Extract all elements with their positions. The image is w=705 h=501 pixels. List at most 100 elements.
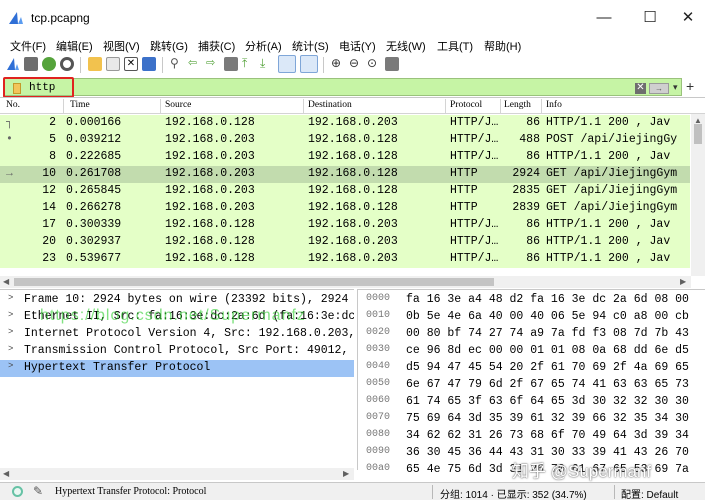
cell-src: 192.168.0.128 xyxy=(165,218,255,231)
expand-chevron-icon[interactable]: > xyxy=(8,344,13,354)
capture-status-icon[interactable] xyxy=(12,486,23,497)
filter-dropdown-icon[interactable]: ▾ xyxy=(673,82,678,93)
packet-row[interactable]: • 5 0.039212 192.168.0.203 192.168.0.128 HTTP… xyxy=(0,132,690,149)
cell-info: HTTP/1.1 200 , Jav xyxy=(546,252,671,265)
add-filter-button[interactable]: + xyxy=(686,78,694,94)
packet-row[interactable]: → 10 0.261708 192.168.0.203 192.168.0.128 HTT… xyxy=(0,166,690,183)
menu-wireless[interactable]: 无线(W) xyxy=(386,38,426,54)
cell-proto: HTTP/J… xyxy=(450,133,499,146)
tree-item-http[interactable]: > Hypertext Transfer Protocol xyxy=(0,360,354,377)
menu-view[interactable]: 视图(V) xyxy=(103,38,140,54)
menu-edit[interactable]: 编辑(E) xyxy=(56,38,93,54)
maximize-button[interactable]: ☐ xyxy=(636,8,664,28)
expand-chevron-icon[interactable]: > xyxy=(8,361,13,371)
byte-row[interactable]: 0000 fa 16 3e a4 48 d2 fa 16 3e dc 2a 6d … xyxy=(358,292,705,309)
stop-icon[interactable] xyxy=(24,57,38,71)
reload-icon[interactable] xyxy=(142,57,156,71)
zoom-in-icon[interactable]: ⊕ xyxy=(331,57,345,71)
byte-hex: 34 62 62 31 26 73 68 6f 70 49 64 3d 39 3… xyxy=(406,429,689,442)
open-file-icon[interactable] xyxy=(88,57,102,71)
forward-icon[interactable]: ⇨ xyxy=(206,57,220,71)
clear-filter-icon[interactable]: ✕ xyxy=(635,83,646,94)
byte-row[interactable]: 0080 34 62 62 31 26 73 68 6f 70 49 64 3d … xyxy=(358,428,705,445)
shark-start-icon[interactable] xyxy=(6,57,20,71)
menu-file[interactable]: 文件(F) xyxy=(10,38,46,54)
cell-info: HTTP/1.1 200 , Jav xyxy=(546,218,671,231)
expand-chevron-icon[interactable]: > xyxy=(8,293,13,303)
restart-icon[interactable] xyxy=(42,57,56,71)
column-info[interactable]: Info xyxy=(546,100,562,110)
cell-no: 23 xyxy=(42,252,56,265)
packet-list: No. Time Source Destination Protocol Len… xyxy=(0,97,705,276)
scroll-thumb[interactable] xyxy=(14,278,494,286)
packet-row[interactable]: 20 0.302937 192.168.0.128 192.168.0.203 HTTP… xyxy=(0,234,690,251)
byte-row[interactable]: 0070 75 69 64 3d 35 39 61 32 39 66 32 35 … xyxy=(358,411,705,428)
tree-item-ipv4[interactable]: > Internet Protocol Version 4, Src: 192.1… xyxy=(0,326,354,343)
packet-list-horizontal-scrollbar[interactable]: ◀ ▶ xyxy=(0,276,691,288)
minimize-button[interactable]: — xyxy=(590,8,618,28)
packet-list-vertical-scrollbar[interactable]: ▲ xyxy=(691,114,705,276)
cell-src: 192.168.0.128 xyxy=(165,252,255,265)
menu-help[interactable]: 帮助(H) xyxy=(484,38,521,54)
column-destination[interactable]: Destination xyxy=(308,100,352,110)
cell-no: 12 xyxy=(42,184,56,197)
byte-offset: 00a0 xyxy=(366,463,391,474)
byte-row[interactable]: 0050 6e 67 47 79 6d 2f 67 65 74 41 63 63 … xyxy=(358,377,705,394)
byte-offset: 0050 xyxy=(366,378,391,389)
packet-row[interactable]: ┐ 2 0.000166 192.168.0.128 192.168.0.203 HTTP… xyxy=(0,115,690,132)
cell-proto: HTTP xyxy=(450,184,478,197)
highlight-box xyxy=(3,77,74,98)
autoscroll-icon[interactable] xyxy=(278,55,296,73)
tree-item-tcp[interactable]: > Transmission Control Protocol, Src Port… xyxy=(0,343,354,360)
close-file-icon[interactable]: ✕ xyxy=(124,57,138,71)
cell-no: 17 xyxy=(42,218,56,231)
menu-analyze[interactable]: 分析(A) xyxy=(245,38,282,54)
byte-row[interactable]: 0020 00 80 bf 74 27 74 a9 7a fd f3 08 7d … xyxy=(358,326,705,343)
column-source[interactable]: Source xyxy=(165,100,191,110)
apply-filter-button[interactable]: → xyxy=(649,83,669,94)
save-icon[interactable] xyxy=(106,57,120,71)
last-icon[interactable]: ⤓ xyxy=(260,57,274,71)
menu-capture[interactable]: 捕获(C) xyxy=(198,38,235,54)
cell-no: 8 xyxy=(49,150,56,163)
menu-tools[interactable]: 工具(T) xyxy=(437,38,473,54)
menu-statistics[interactable]: 统计(S) xyxy=(292,38,329,54)
status-profile[interactable]: 配置: Default xyxy=(621,486,678,501)
packet-row[interactable]: 12 0.265845 192.168.0.203 192.168.0.128 HTTP… xyxy=(0,183,690,200)
zoom-reset-icon[interactable]: ⊙ xyxy=(367,57,381,71)
column-protocol[interactable]: Protocol xyxy=(450,100,482,110)
packet-row[interactable]: 17 0.300339 192.168.0.128 192.168.0.203 HTTP… xyxy=(0,217,690,234)
zoom-out-icon[interactable]: ⊖ xyxy=(349,57,363,71)
byte-row[interactable]: 0010 0b 5e 4e 6a 40 00 40 06 5e 94 c0 a8 … xyxy=(358,309,705,326)
expand-chevron-icon[interactable]: > xyxy=(8,310,13,320)
find-icon[interactable]: ⚲ xyxy=(170,57,184,71)
cell-time: 0.222685 xyxy=(66,150,122,163)
packet-row[interactable]: 8 0.222685 192.168.0.203 192.168.0.128 HTTP/… xyxy=(0,149,690,166)
packet-row[interactable]: 23 0.539677 192.168.0.128 192.168.0.203 HTTP… xyxy=(0,251,690,268)
goto-icon[interactable] xyxy=(224,57,238,71)
menu-telephony[interactable]: 电话(Y) xyxy=(339,38,376,54)
colorize-icon[interactable] xyxy=(300,55,318,73)
details-horizontal-scrollbar[interactable]: ◀ ▶ xyxy=(0,468,354,480)
expand-chevron-icon[interactable]: > xyxy=(8,327,13,337)
column-no[interactable]: No. xyxy=(6,100,20,110)
edit-comment-icon[interactable]: ✎ xyxy=(33,484,43,498)
first-icon[interactable]: ⤒ xyxy=(242,57,256,71)
display-filter-input[interactable]: http ✕ → ▾ xyxy=(4,78,682,96)
resize-columns-icon[interactable] xyxy=(385,57,399,71)
column-length[interactable]: Length xyxy=(504,100,531,110)
column-time[interactable]: Time xyxy=(70,100,90,110)
packet-list-header: No. Time Source Destination Protocol Len… xyxy=(0,98,705,114)
cell-time: 0.261708 xyxy=(66,167,122,180)
menu-go[interactable]: 跳转(G) xyxy=(150,38,188,54)
byte-row[interactable]: 0040 d5 94 47 45 54 20 2f 61 70 69 2f 4a … xyxy=(358,360,705,377)
packet-row[interactable]: 14 0.266278 192.168.0.203 192.168.0.128 HTTP… xyxy=(0,200,690,217)
close-button[interactable]: ✕ xyxy=(674,8,702,28)
options-icon[interactable] xyxy=(60,57,74,71)
byte-row[interactable]: 0060 61 74 65 3f 63 6f 64 65 3d 30 32 32 … xyxy=(358,394,705,411)
cell-dst: 192.168.0.203 xyxy=(308,116,398,129)
scroll-thumb[interactable] xyxy=(694,124,702,144)
back-icon[interactable]: ⇦ xyxy=(188,57,202,71)
cell-proto: HTTP/J… xyxy=(450,150,499,163)
byte-row[interactable]: 0030 ce 96 8d ec 00 00 01 01 08 0a 68 dd … xyxy=(358,343,705,360)
